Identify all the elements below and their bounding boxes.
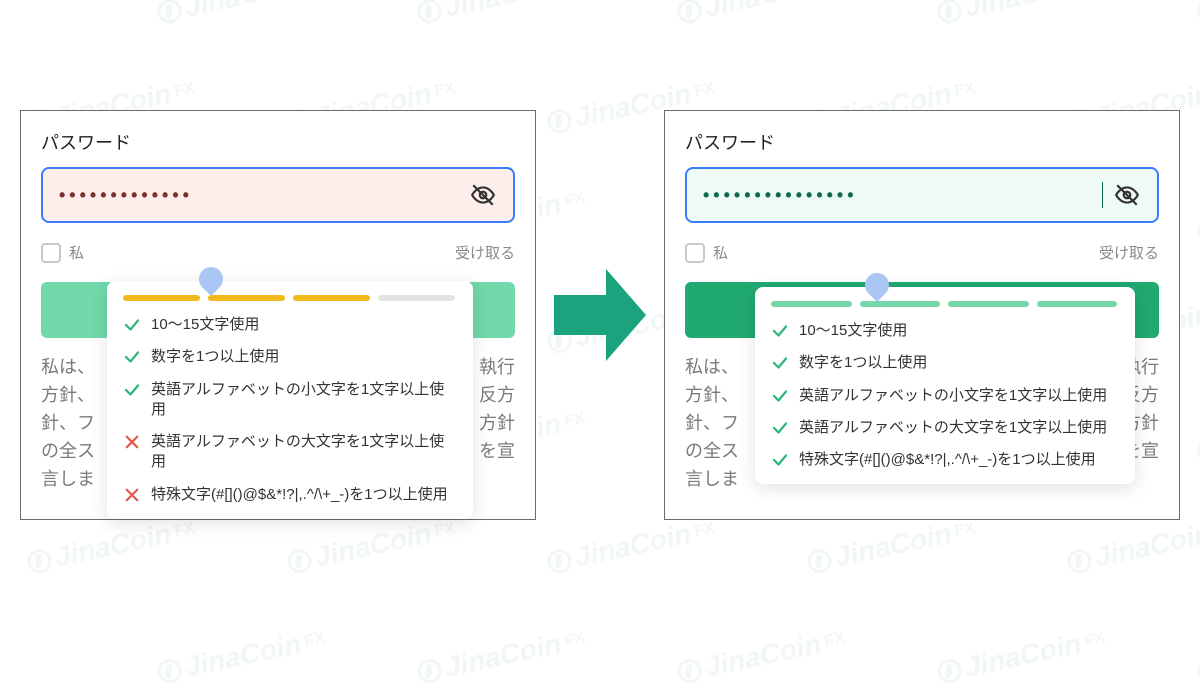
toggle-visibility-icon[interactable] [1113, 181, 1141, 209]
panel-after: パスワード ••••••••••••••• 私 受け取る 私は、執行方針、反方針… [664, 110, 1180, 520]
consent-text-left: 私 [69, 243, 84, 264]
strength-meter [771, 301, 1117, 307]
password-rule: 数字を1つ以上使用 [771, 353, 1117, 373]
stage: パスワード ••••••••••••• 私 受け取る 私は、執行方針、反方針、フ… [0, 0, 1200, 630]
tooltip-arrow [194, 262, 228, 296]
password-input[interactable]: ••••••••••••• [41, 167, 515, 223]
password-rules: 10〜15文字使用数字を1つ以上使用英語アルファベットの小文字を1文字以上使用英… [123, 315, 455, 505]
password-requirements-tooltip: 10〜15文字使用数字を1つ以上使用英語アルファベットの小文字を1文字以上使用英… [107, 281, 473, 519]
arrow-icon [554, 269, 646, 361]
consent-text-left: 私 [713, 243, 728, 264]
strength-meter [123, 295, 455, 301]
password-rule: 英語アルファベットの小文字を1文字以上使用 [123, 380, 455, 421]
password-label: パスワード [685, 129, 1159, 155]
password-rule: 特殊文字(#[]()@$&*!?|,.^/\+_-)を1つ以上使用 [123, 485, 455, 505]
password-requirements-tooltip: 10〜15文字使用数字を1つ以上使用英語アルファベットの小文字を1文字以上使用英… [755, 287, 1135, 484]
toggle-visibility-icon[interactable] [469, 181, 497, 209]
consent-row: 私 受け取る [685, 243, 1159, 264]
password-rule: 英語アルファベットの大文字を1文字以上使用 [123, 432, 455, 473]
password-rule: 特殊文字(#[]()@$&*!?|,.^/\+_-)を1つ以上使用 [771, 450, 1117, 470]
consent-row: 私 受け取る [41, 243, 515, 264]
password-rule: 英語アルファベットの大文字を1文字以上使用 [771, 418, 1117, 438]
password-rule: 数字を1つ以上使用 [123, 347, 455, 367]
consent-checkbox[interactable] [41, 243, 61, 263]
panel-before: パスワード ••••••••••••• 私 受け取る 私は、執行方針、反方針、フ… [20, 110, 536, 520]
password-rules: 10〜15文字使用数字を1つ以上使用英語アルファベットの小文字を1文字以上使用英… [771, 321, 1117, 470]
consent-checkbox[interactable] [685, 243, 705, 263]
password-rule: 10〜15文字使用 [123, 315, 455, 335]
password-value: ••••••••••••••• [703, 185, 1098, 206]
consent-text-right: 受け取る [1099, 243, 1159, 264]
password-rule: 10〜15文字使用 [771, 321, 1117, 341]
text-caret [1102, 182, 1104, 208]
password-rule: 英語アルファベットの小文字を1文字以上使用 [771, 386, 1117, 406]
password-label: パスワード [41, 129, 515, 155]
consent-text-right: 受け取る [455, 243, 515, 264]
password-value: ••••••••••••• [59, 185, 459, 206]
password-input[interactable]: ••••••••••••••• [685, 167, 1159, 223]
tooltip-arrow [860, 268, 894, 302]
